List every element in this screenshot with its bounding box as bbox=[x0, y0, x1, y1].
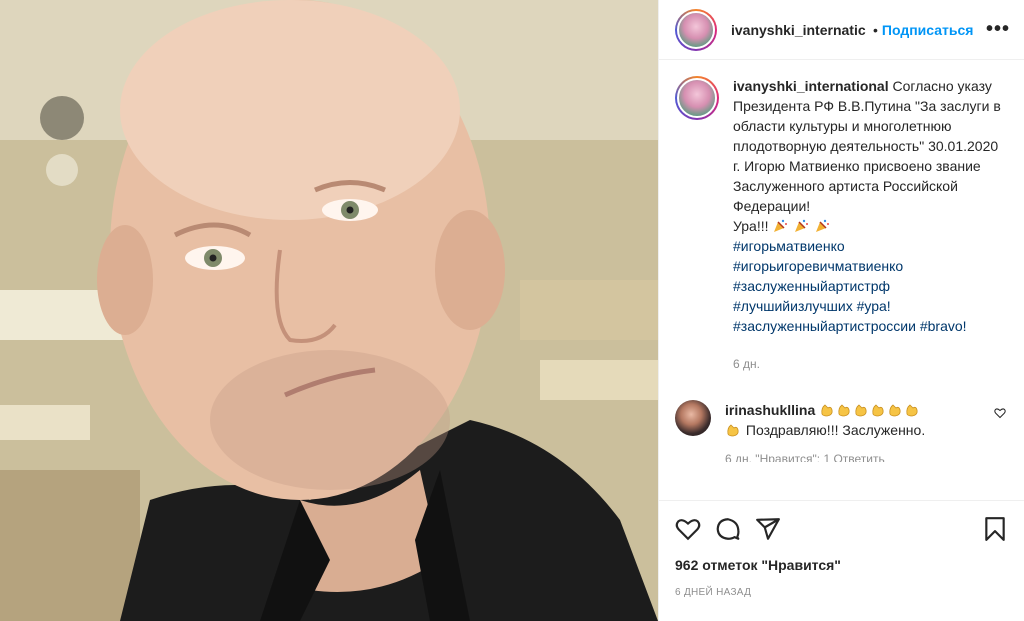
hashtag-link[interactable]: #игорьматвиенко bbox=[733, 236, 1003, 256]
heart-icon[interactable] bbox=[675, 516, 701, 542]
hashtag-link[interactable]: #bravo! bbox=[920, 318, 967, 334]
party-popper-icon bbox=[774, 219, 788, 232]
like-count[interactable]: 962 отметок "Нравится" bbox=[675, 557, 1008, 573]
portrait-photo bbox=[0, 0, 658, 621]
caption-time[interactable]: 6 дн. bbox=[733, 354, 1003, 374]
more-icon[interactable]: ••• bbox=[986, 18, 1010, 41]
action-bar: 962 отметок "Нравится" 6 ДНЕЙ НАЗАД bbox=[659, 500, 1024, 621]
caption-avatar[interactable] bbox=[675, 76, 719, 120]
bookmark-icon[interactable] bbox=[982, 516, 1008, 542]
commenter-avatar[interactable] bbox=[675, 400, 711, 436]
hashtag-link[interactable]: #ура! bbox=[857, 298, 891, 314]
hashtag-link[interactable]: #заслуженныйартистрф bbox=[733, 276, 1003, 296]
comment-icon[interactable] bbox=[715, 516, 741, 542]
comment-username[interactable]: irinashukllina bbox=[725, 402, 815, 418]
follow-button[interactable]: Подписаться bbox=[882, 22, 974, 38]
separator-dot: • bbox=[873, 21, 878, 38]
comment-meta-partial: 6 дн. "Нравится": 1 Ответить bbox=[725, 452, 885, 462]
post-panel: ivanyshki_internatic • Подписаться ••• i… bbox=[658, 0, 1024, 621]
small-heart-icon[interactable] bbox=[994, 406, 1006, 424]
share-icon[interactable] bbox=[755, 516, 781, 542]
caption-cheer: Ура!!! bbox=[733, 218, 769, 234]
clapping-hands-icon bbox=[727, 424, 739, 437]
caption-username[interactable]: ivanyshki_international bbox=[733, 78, 889, 94]
party-popper-icon bbox=[816, 219, 830, 232]
post-photo[interactable] bbox=[0, 0, 658, 621]
hashtag-link[interactable]: #лучшийизлучших bbox=[733, 298, 853, 314]
hashtag-link[interactable]: #игорьигоревичматвиенко bbox=[733, 256, 1003, 276]
post-header: ivanyshki_internatic • Подписаться ••• bbox=[659, 0, 1024, 60]
comments-section[interactable]: ivanyshki_international Согласно указу П… bbox=[675, 76, 1008, 496]
post-timestamp[interactable]: 6 ДНЕЙ НАЗАД bbox=[675, 587, 1008, 598]
post-caption: ivanyshki_international Согласно указу П… bbox=[675, 76, 1008, 374]
hashtag-link[interactable]: #заслуженныйартистроссии bbox=[733, 318, 916, 334]
comment-text: Поздравляю!!! Заслуженно. bbox=[745, 422, 926, 438]
caption-text: Согласно указу Президента РФ В.В.Путина … bbox=[733, 78, 1001, 214]
author-username[interactable]: ivanyshki_internatic bbox=[731, 22, 871, 38]
comment-item: irinashukllina Поздравляю!!! Заслуженно. bbox=[675, 400, 1008, 440]
clapping-hands-icon bbox=[819, 402, 921, 418]
party-popper-icon bbox=[795, 219, 809, 232]
author-avatar[interactable] bbox=[675, 8, 717, 51]
